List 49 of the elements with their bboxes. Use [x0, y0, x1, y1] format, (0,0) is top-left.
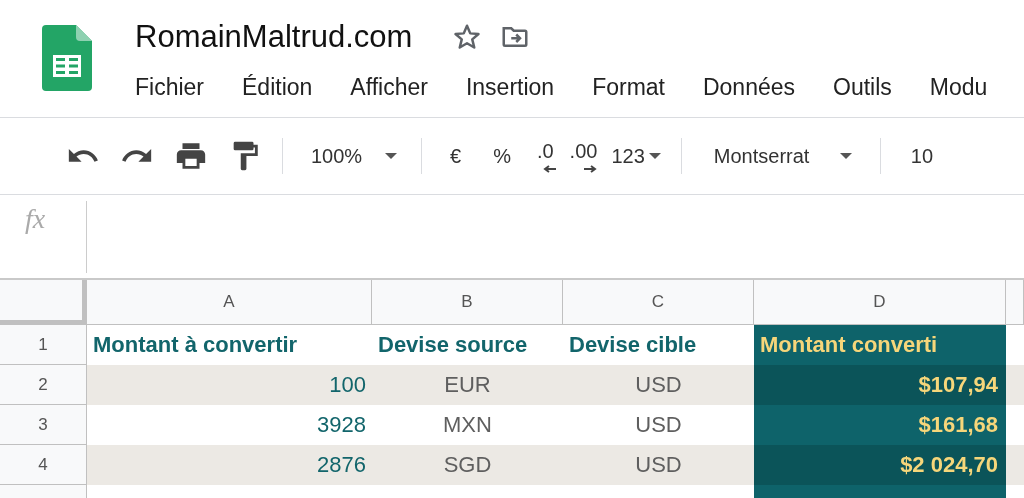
menu-item[interactable]: Format [592, 74, 665, 101]
zoom-dropdown[interactable]: 100% [297, 144, 407, 168]
number-format-dropdown[interactable]: 123 [611, 144, 661, 168]
font-dropdown[interactable]: Montserrat [695, 144, 866, 168]
table-cell-text: MXN [442, 411, 493, 439]
font-size-field[interactable]: 10 [910, 144, 934, 168]
caret-icon [839, 153, 852, 159]
menu-item[interactable]: Édition [242, 74, 313, 101]
menu-item[interactable]: Insertion [465, 74, 555, 101]
menu-item[interactable]: Modu [929, 74, 988, 101]
caret-icon [648, 153, 661, 159]
document-title[interactable]: RomainMaltrud.com [135, 19, 413, 55]
currency-button[interactable]: € [450, 144, 462, 168]
row-header[interactable]: 3 [0, 405, 87, 445]
table-cell: $107,94 [754, 365, 1006, 405]
increase-decimals-button[interactable]: .00 [569, 139, 598, 173]
table-cell: USD [563, 445, 754, 485]
menu-item[interactable]: Fichier [135, 74, 204, 101]
column-header[interactable]: D [754, 280, 1006, 325]
table-cell: EUR [372, 365, 563, 405]
column-header[interactable]: C [563, 280, 754, 325]
table-cell: 100 [87, 365, 372, 405]
column-title: Montant à convertir [92, 331, 299, 359]
sheets-logo-icon[interactable] [42, 25, 92, 91]
column-header[interactable]: B [372, 280, 563, 325]
row-header[interactable]: 2 [0, 365, 87, 405]
menu-item[interactable]: Afficher [350, 74, 428, 101]
menu-item[interactable]: Outils [833, 74, 892, 101]
table-cell-text: USD [634, 411, 683, 439]
menu-item[interactable]: Données [702, 74, 796, 101]
column-title: Devise source [377, 331, 529, 359]
row-header[interactable]: 1 [0, 325, 87, 365]
formula-label: fx [0, 201, 87, 273]
table-cell: $2 024,70 [754, 445, 1006, 485]
table-cell: SGD [372, 445, 563, 485]
decrease-decimals-button[interactable]: .0 [536, 139, 554, 173]
table-cell-text: 3928 [316, 411, 367, 439]
star-icon[interactable] [452, 22, 483, 52]
column-title: Montant converti [754, 325, 1006, 365]
table-cell: $161,68 [754, 405, 1006, 445]
arrow-icon [583, 164, 598, 173]
table-cell: 2876 [87, 445, 372, 485]
arrow-icon [542, 164, 557, 173]
percent-button[interactable]: % [493, 144, 511, 168]
table-cell: USD [563, 365, 754, 405]
column-title: Devise cible [568, 331, 698, 359]
row-header[interactable]: 4 [0, 445, 87, 485]
caret-icon [385, 153, 397, 159]
column-header[interactable]: A [87, 280, 372, 325]
